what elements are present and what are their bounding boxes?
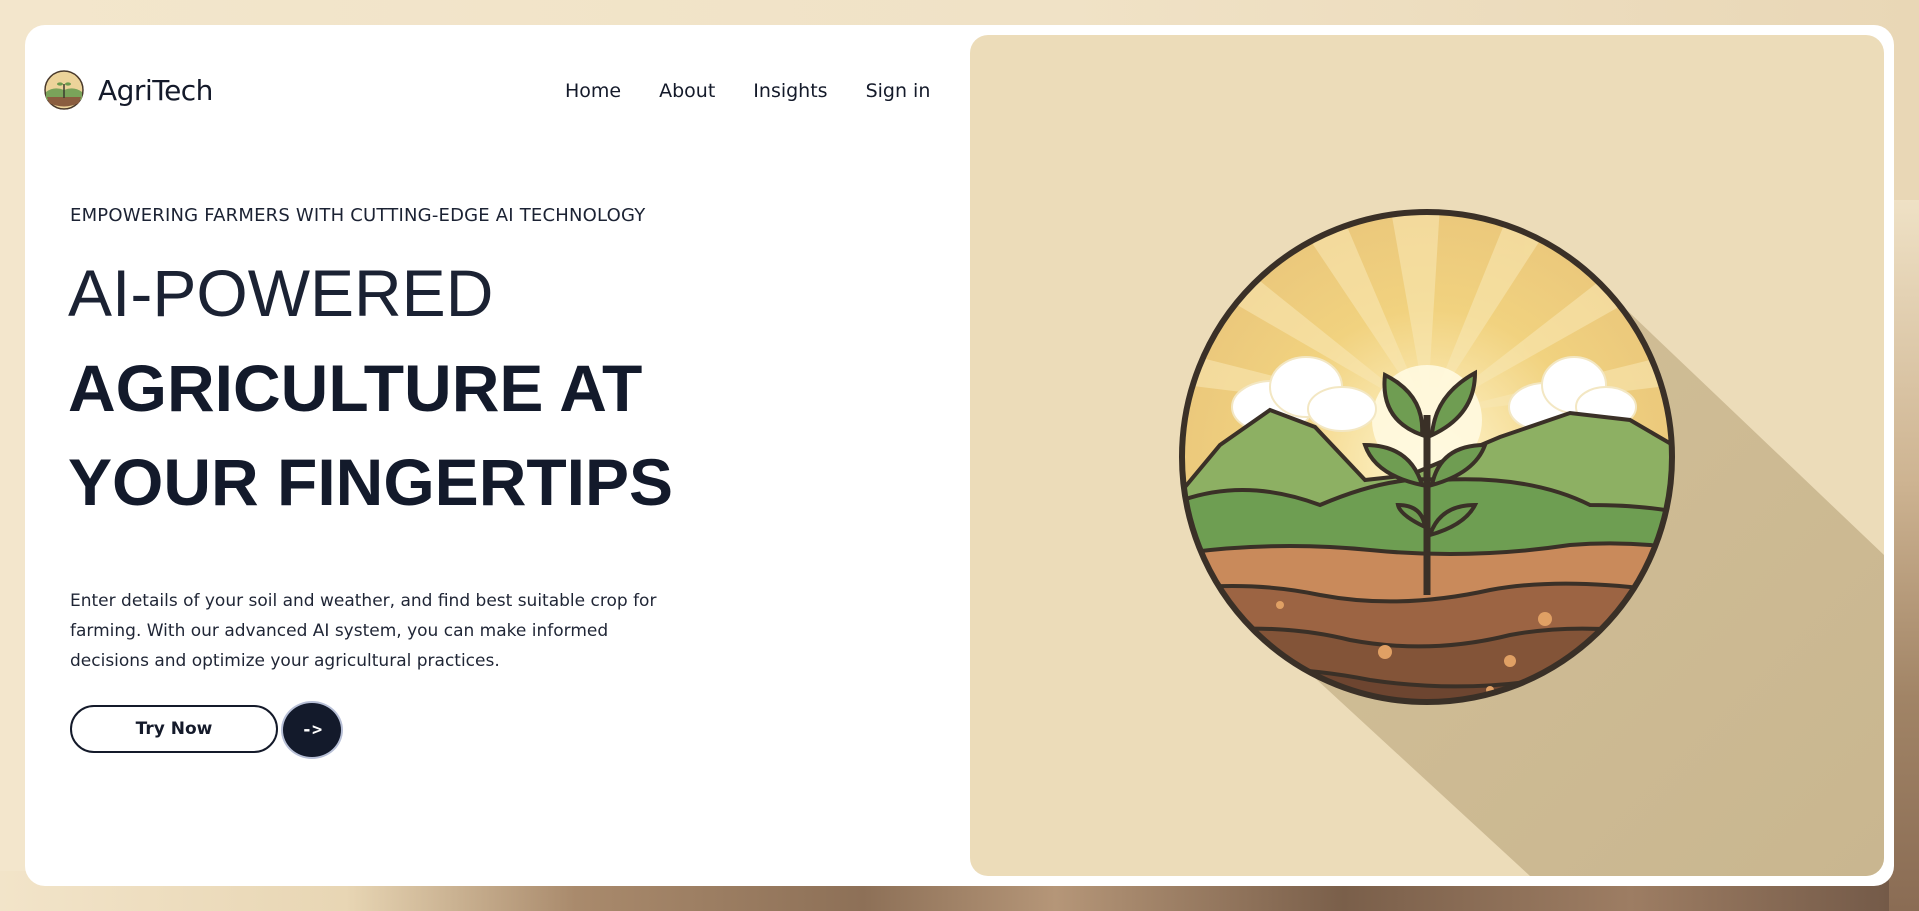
arrow-button[interactable]: -> — [281, 701, 343, 759]
sprout-landscape-illustration — [1179, 209, 1884, 876]
hero-headline-line2: YOUR FINGERTIPS — [68, 445, 674, 519]
nav-about[interactable]: About — [659, 80, 715, 102]
hero-description: Enter details of your soil and weather, … — [70, 591, 657, 671]
hero-illustration-panel — [970, 35, 1884, 876]
try-now-button[interactable]: Try Now — [70, 705, 278, 753]
main-nav: Home About Insights Sign in — [565, 80, 930, 102]
header: AgriTech Home About Insights Sign in — [25, 25, 970, 135]
hero-left: AgriTech Home About Insights Sign in EMP… — [25, 25, 970, 886]
hero-eyebrow: EMPOWERING FARMERS WITH CUTTING-EDGE AI … — [70, 205, 646, 226]
hero-headline-line1: AGRICULTURE AT — [68, 351, 643, 425]
nav-home[interactable]: Home — [565, 80, 621, 102]
farm-landscape-logo-icon — [44, 70, 84, 110]
brand-name: AgriTech — [98, 73, 213, 107]
nav-insights[interactable]: Insights — [753, 80, 827, 102]
nav-sign-in[interactable]: Sign in — [866, 80, 931, 102]
hero-headline-light: AI-POWERED — [68, 256, 494, 330]
main-card: AgriTech Home About Insights Sign in EMP… — [25, 25, 1894, 886]
brand[interactable]: AgriTech — [44, 70, 213, 110]
